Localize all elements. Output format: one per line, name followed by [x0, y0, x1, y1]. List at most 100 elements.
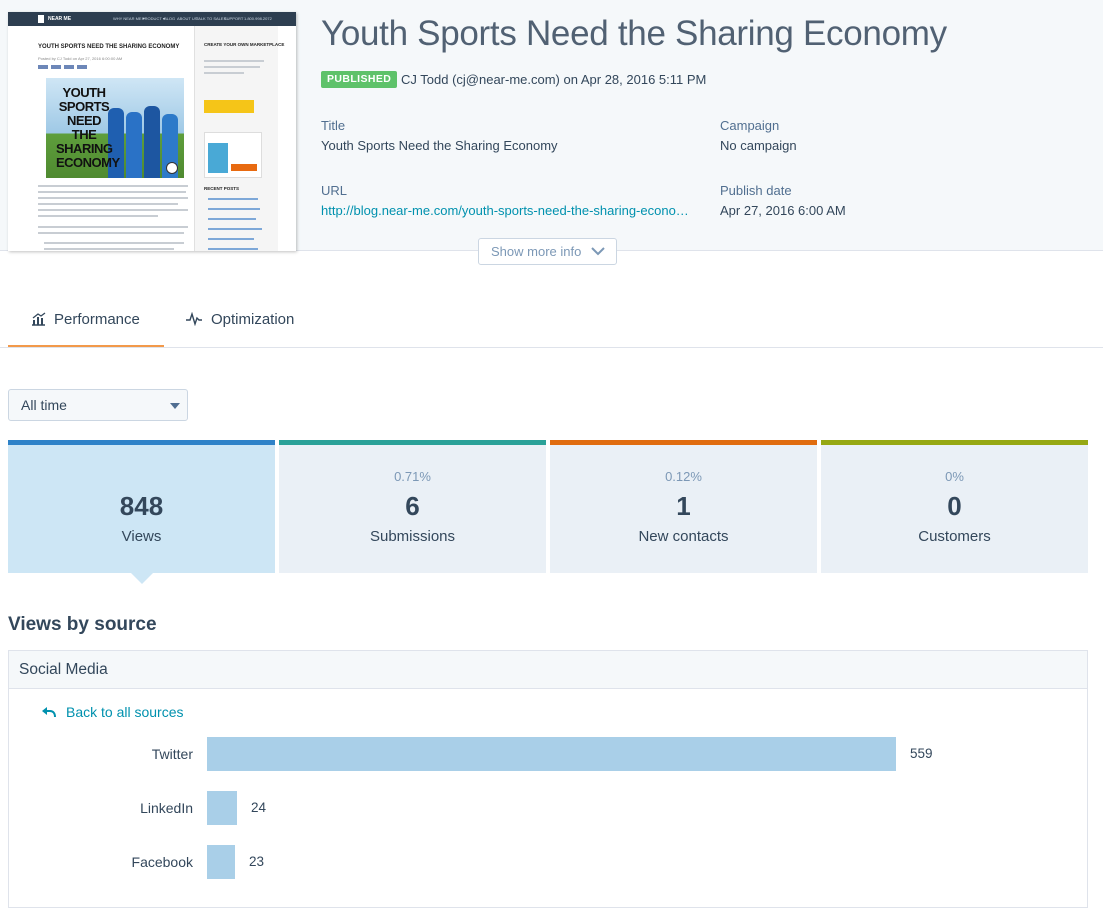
- kpi-percentage: 0%: [945, 469, 964, 484]
- ebook-cover-icon: [208, 143, 228, 173]
- url-link[interactable]: http://blog.near-me.com/youth-sports-nee…: [321, 203, 691, 218]
- thumbnail-side-heading: CREATE YOUR OWN MARKETPLACE: [204, 42, 285, 47]
- link-line: [208, 228, 262, 230]
- thumbnail-nav-item: 1.800.998.2072: [244, 16, 272, 21]
- link-line: [208, 238, 254, 240]
- kpi-label: Views: [121, 528, 162, 545]
- thumbnail-post-meta: Posted by CJ Todd on Apr 27, 2016 6:00:0…: [38, 56, 123, 61]
- text-line: [44, 242, 184, 244]
- soccer-ball-icon: [166, 162, 178, 174]
- thumbnail-navbar: NEAR ME WHY NEAR ME ▾ PRODUCT ▾ BLOG ABO…: [8, 12, 296, 26]
- status-badge: PUBLISHED: [321, 71, 398, 88]
- kpi-color-bar: [821, 440, 1088, 445]
- site-logo-icon: [38, 15, 44, 23]
- title-label: Title: [321, 118, 346, 133]
- text-line: [38, 197, 188, 199]
- thumbnail-nav-item: ABOUT US: [177, 16, 198, 21]
- text-line: [38, 232, 184, 234]
- thumbnail-download-button: [231, 164, 257, 171]
- tab-optimization-label: Optimization: [211, 311, 295, 328]
- kpi-card-submissions[interactable]: 0.71% 6 Submissions: [279, 440, 546, 573]
- campaign-value: No campaign: [720, 138, 797, 153]
- title-value: Youth Sports Need the Sharing Economy: [321, 138, 558, 153]
- share-icon: [51, 65, 61, 69]
- tab-performance-label: Performance: [54, 311, 140, 328]
- campaign-label: Campaign: [720, 118, 780, 133]
- chevron-down-icon: [591, 247, 605, 256]
- text-line: [38, 215, 158, 217]
- bar-category-label: Twitter: [151, 746, 193, 762]
- source-panel: Social Media Back to all sources Twitter…: [8, 650, 1088, 908]
- text-line: [44, 248, 174, 250]
- text-line: [38, 226, 188, 228]
- thumbnail-cta-button: [204, 100, 254, 113]
- thumbnail-nav-item: BLOG: [164, 16, 176, 21]
- text-line: [38, 203, 178, 205]
- kpi-percentage: 0.71%: [394, 469, 431, 484]
- show-more-info-button[interactable]: Show more info: [478, 238, 617, 265]
- publish-date-value: Apr 27, 2016 6:00 AM: [720, 203, 846, 218]
- share-icon: [38, 65, 48, 69]
- thumbnail-post-title: YOUTH SPORTS NEED THE SHARING ECONOMY: [38, 44, 180, 50]
- page-title: Youth Sports Need the Sharing Economy: [321, 14, 947, 53]
- kpi-card-views[interactable]: 848 Views: [8, 440, 275, 584]
- views-by-source-heading: Views by source: [8, 614, 157, 635]
- kpi-percentage: 0.12%: [665, 469, 702, 484]
- text-line: [38, 191, 186, 193]
- kpi-label: Submissions: [369, 528, 456, 545]
- share-icon: [77, 65, 87, 69]
- hero-figure: [126, 112, 142, 178]
- link-line: [208, 218, 256, 220]
- link-line: [208, 248, 258, 250]
- kpi-card-customers[interactable]: 0% 0 Customers: [821, 440, 1088, 573]
- tab-performance[interactable]: Performance: [8, 293, 164, 347]
- kpi-card-new-contacts[interactable]: 0.12% 1 New contacts: [550, 440, 817, 573]
- source-panel-title: Social Media: [9, 651, 1087, 689]
- bar-linkedin[interactable]: [207, 791, 237, 825]
- thumbnail-nav-item: SUPPORT: [224, 16, 244, 21]
- link-line: [208, 198, 258, 200]
- author-byline: CJ Todd (cj@near-me.com) on Apr 28, 2016…: [401, 72, 707, 87]
- selected-pointer: [131, 573, 153, 584]
- hero-figure: [144, 106, 160, 178]
- thumbnail-nav-item: WHY NEAR ME ▾: [113, 16, 145, 21]
- text-line: [38, 209, 188, 211]
- bar-chart-icon: [32, 312, 46, 326]
- thumbnail-hero-image: YOUTH SPORTS NEED THE SHARING ECONOMY: [46, 78, 184, 178]
- kpi-color-bar: [279, 440, 546, 445]
- bar-value-label: 559: [910, 746, 933, 761]
- date-range-select[interactable]: All time: [8, 389, 188, 421]
- thumbnail-site-name: NEAR ME: [48, 16, 72, 22]
- page-thumbnail[interactable]: NEAR ME WHY NEAR ME ▾ PRODUCT ▾ BLOG ABO…: [8, 12, 296, 251]
- thumbnail-nav-item: TALK TO SALES: [196, 16, 227, 21]
- bar-facebook[interactable]: [207, 845, 235, 879]
- kpi-color-bar: [8, 440, 275, 445]
- date-range-value: All time: [21, 397, 67, 413]
- url-label: URL: [321, 183, 348, 198]
- thumbnail-nav-item: PRODUCT ▾: [142, 16, 165, 21]
- back-link-label: Back to all sources: [66, 704, 184, 720]
- thumbnail-recent-posts: RECENT POSTS: [204, 186, 240, 191]
- kpi-value: 6: [405, 491, 420, 521]
- kpi-value: 848: [119, 491, 164, 521]
- caret-down-icon: [170, 403, 180, 409]
- tab-bar: Performance Optimization: [0, 293, 1103, 348]
- bar-value-label: 24: [251, 800, 267, 815]
- text-line: [38, 185, 188, 187]
- share-icon: [64, 65, 74, 69]
- text-line: [204, 72, 244, 74]
- bar-twitter[interactable]: [207, 737, 896, 771]
- show-more-info-label: Show more info: [491, 244, 582, 259]
- tab-optimization[interactable]: Optimization: [186, 293, 316, 347]
- text-line: [204, 60, 264, 62]
- bar-value-label: 23: [249, 854, 265, 869]
- link-line: [208, 208, 260, 210]
- thumbnail-ebook-card: [204, 132, 262, 178]
- kpi-value: 1: [676, 491, 691, 521]
- kpi-label: New contacts: [638, 528, 729, 545]
- kpi-value: 0: [947, 491, 962, 521]
- bar-category-label: Facebook: [131, 854, 193, 870]
- kpi-label: Customers: [918, 528, 991, 545]
- pulse-icon: [186, 312, 202, 326]
- text-line: [204, 66, 260, 68]
